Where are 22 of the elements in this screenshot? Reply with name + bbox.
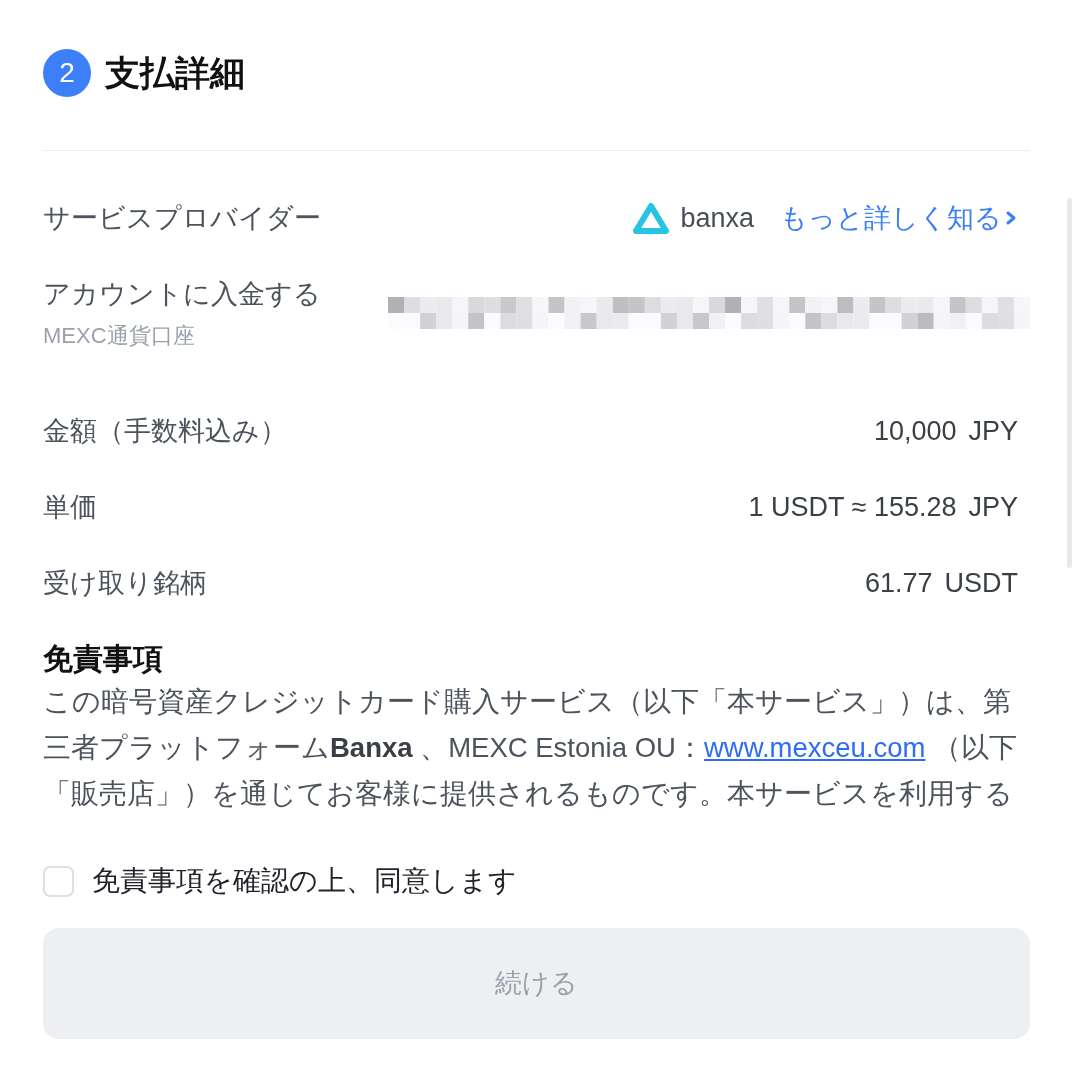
disclaimer-text: この暗号資産クレジットカード購入サービス（以下「本サービス」）は、第 三者プラットフォームBanxa 、MEXC Estonia OU：www.mexceu.com （以下 「販売店」）を通じてお客様に提供されるものです。本サービスを利用する [43,685,1019,811]
detail-label: サービスプロバイダー [43,202,321,235]
agreement-label: 免責事項を確認の上、同意します [92,864,517,898]
currency-unit: JPY [968,491,1018,524]
agreement-checkbox[interactable] [43,865,74,897]
detail-label: 金額（手数料込み） [43,415,287,448]
section-title: 支払詳細 [105,52,245,94]
provider-name: banxa [680,202,754,235]
currency-unit: JPY [968,415,1018,448]
disclaimer-heading: 免責事項 [43,641,164,677]
step-number: 2 [43,49,91,97]
detail-label: 受け取り銘柄 [43,567,207,600]
learn-more-link[interactable]: もっと詳しく知る [780,198,1018,238]
detail-label: 単価 [43,491,97,524]
detail-label: アカウントに入金する [43,278,321,311]
triangle-icon [632,201,671,235]
detail-value: 61.77 [864,567,933,600]
detail-value: 1 USDT ≈ 155.28 [748,491,957,524]
detail-sublabel: MEXC通貨口座 [43,322,196,350]
currency-unit: USDT [944,567,1018,600]
website-link[interactable]: www.mexceu.com [703,732,926,763]
detail-value: 10,000 [873,415,957,448]
